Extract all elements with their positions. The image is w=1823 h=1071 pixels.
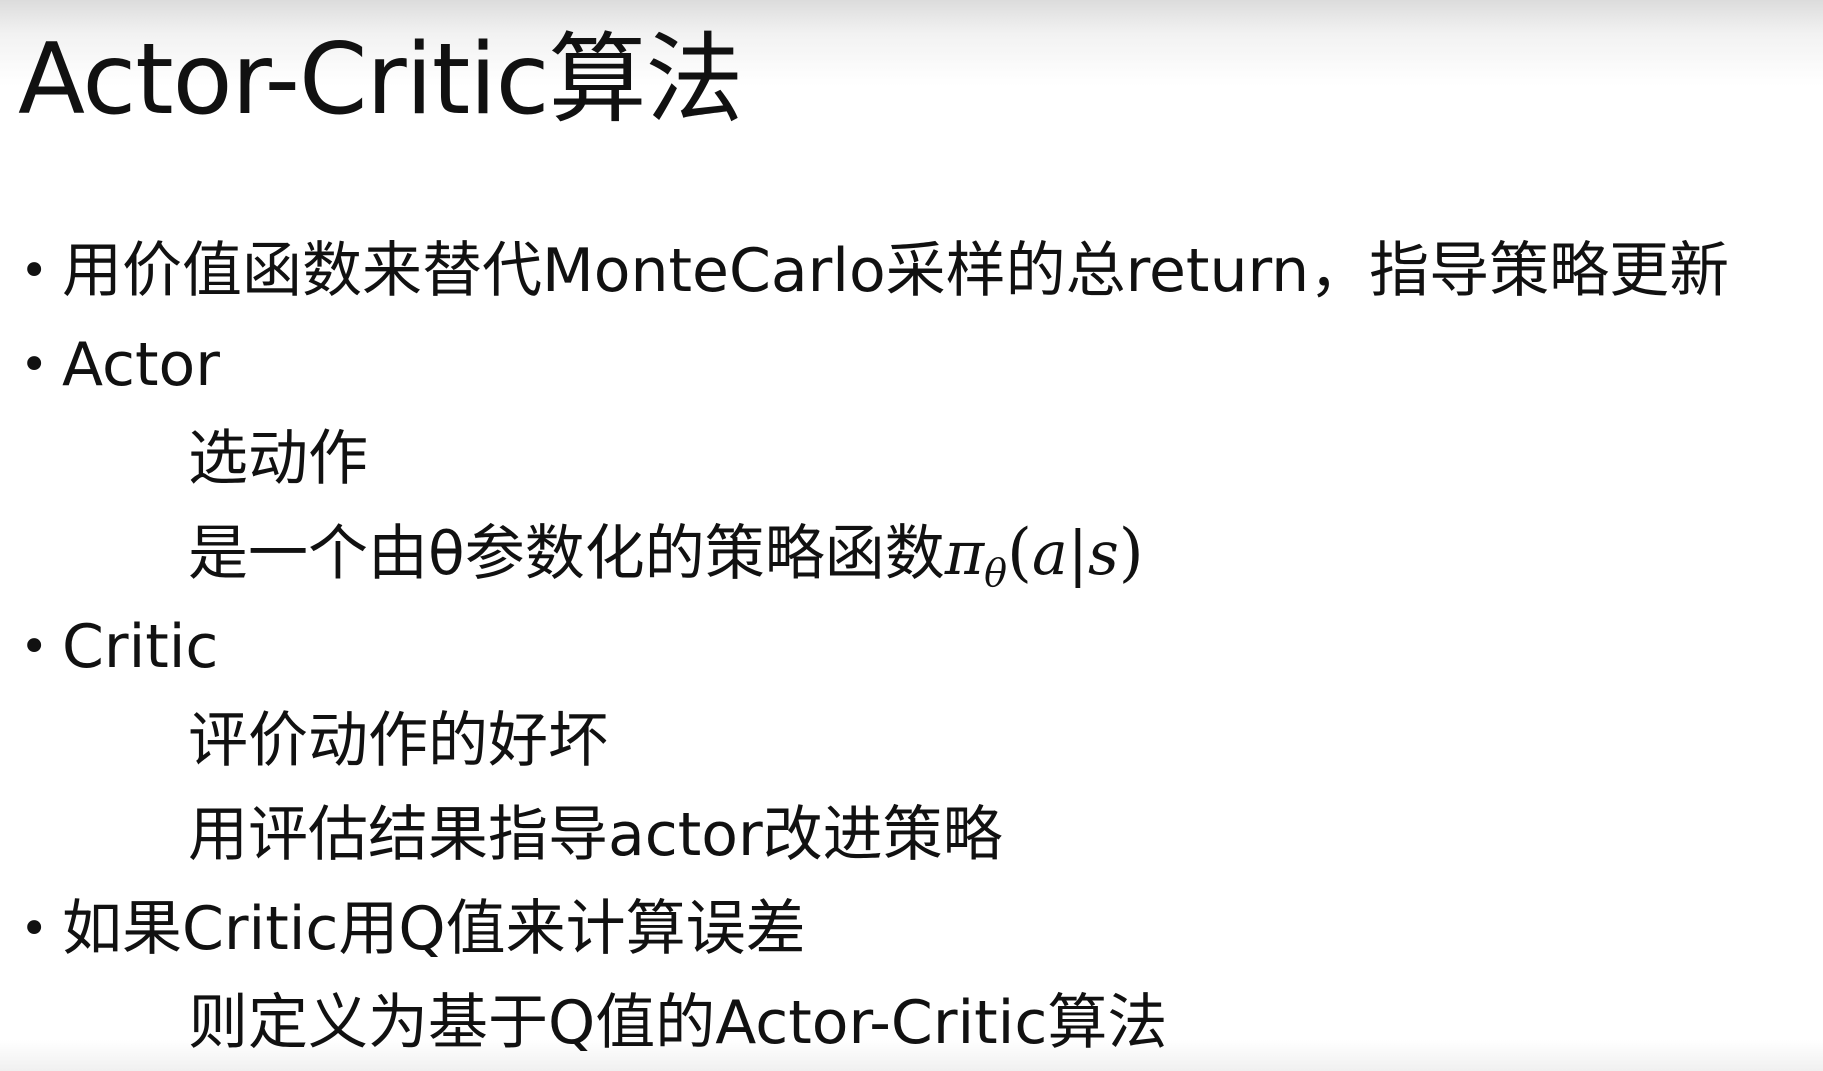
bullet-dot-icon: • bbox=[20, 337, 49, 393]
bullet-list: • 用价值函数来替代MonteCarlo采样的总return，指导策略更新 • … bbox=[18, 224, 1808, 1070]
sub-item-critic-evaluate: 评价动作的好坏 bbox=[18, 694, 1808, 788]
bullet-item-actor: • Actor bbox=[18, 318, 1808, 412]
sub-item-actor-choose-action: 选动作 bbox=[18, 412, 1808, 506]
sub-item-text: 则定义为基于Q值的Actor-Critic算法 bbox=[188, 988, 1168, 1058]
sub-item-text: 选动作 bbox=[188, 424, 368, 494]
sub-item-text: 是一个由θ参数化的策略函数 bbox=[188, 519, 945, 589]
formula-args: a|s bbox=[1032, 519, 1119, 589]
sub-item-text: 评价动作的好坏 bbox=[188, 706, 608, 776]
formula-open-paren: ( bbox=[1007, 516, 1033, 590]
formula-pi: π bbox=[944, 519, 985, 589]
bullet-dot-icon: • bbox=[20, 243, 49, 299]
formula-close-paren: ) bbox=[1118, 516, 1144, 590]
bullet-dot-icon: • bbox=[20, 901, 49, 957]
sub-item-actor-policy: 是一个由θ参数化的策略函数πθ(a|s) bbox=[18, 506, 1808, 600]
slide: Actor-Critic算法 • 用价值函数来替代MonteCarlo采样的总r… bbox=[0, 0, 1823, 1071]
bullet-text: 用价值函数来替代MonteCarlo采样的总return，指导策略更新 bbox=[62, 236, 1730, 306]
slide-title: Actor-Critic算法 bbox=[18, 23, 743, 137]
bullet-item-q-value: • 如果Critic用Q值来计算误差 bbox=[18, 882, 1808, 976]
sub-item-text: 用评估结果指导actor改进策略 bbox=[188, 800, 1003, 870]
bullet-item-critic: • Critic bbox=[18, 600, 1808, 694]
bullet-text: Critic bbox=[62, 612, 219, 682]
bullet-text: 如果Critic用Q值来计算误差 bbox=[62, 894, 806, 964]
policy-formula: πθ(a|s) bbox=[944, 516, 1144, 595]
bullet-item-value-function: • 用价值函数来替代MonteCarlo采样的总return，指导策略更新 bbox=[18, 224, 1808, 318]
sub-item-critic-guide: 用评估结果指导actor改进策略 bbox=[18, 788, 1808, 882]
bullet-text: Actor bbox=[62, 330, 220, 400]
sub-item-q-actor-critic: 则定义为基于Q值的Actor-Critic算法 bbox=[18, 976, 1808, 1070]
formula-theta-subscript: θ bbox=[984, 551, 1008, 595]
bullet-dot-icon: • bbox=[20, 619, 49, 675]
